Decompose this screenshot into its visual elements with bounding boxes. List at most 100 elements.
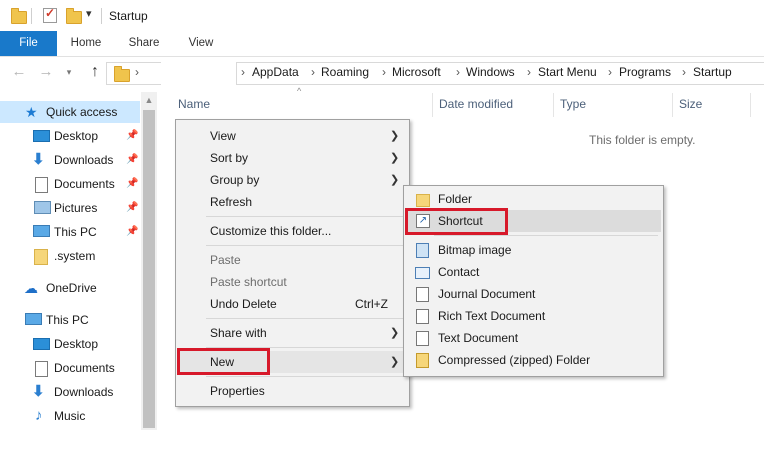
column-header-name[interactable]: Name <box>178 97 210 111</box>
new-highlight-box <box>177 348 270 375</box>
sidebar-item-desktop[interactable]: Desktop 📌 <box>0 125 140 147</box>
menu-item-label: Paste <box>210 253 241 267</box>
submenu-item-compressed-folder[interactable]: Compressed (zipped) Folder <box>404 349 663 371</box>
sidebar-scrollbar[interactable]: ▲ <box>141 92 157 430</box>
folder-icon <box>114 66 130 82</box>
documents-icon <box>35 361 48 377</box>
column-divider[interactable] <box>553 93 554 117</box>
download-arrow-icon: ⬇ <box>32 383 45 400</box>
breadcrumb-item[interactable]: Microsoft <box>392 65 441 79</box>
sidebar-item-documents-pc[interactable]: Documents <box>0 357 140 379</box>
breadcrumb[interactable]: › AppData › Roaming › Microsoft › Window… <box>236 62 764 85</box>
submenu-item-folder[interactable]: Folder <box>404 188 663 210</box>
sidebar-item-this-pc[interactable]: This PC <box>0 309 140 331</box>
submenu-item-journal-document[interactable]: Journal Document <box>404 283 663 305</box>
desktop-icon <box>33 338 50 350</box>
menu-item-label: Sort by <box>210 151 249 165</box>
column-header-type[interactable]: Type <box>560 97 586 111</box>
breadcrumb-item[interactable]: AppData <box>252 65 299 79</box>
forward-arrow-icon[interactable]: → <box>37 63 55 81</box>
tab-share[interactable]: Share <box>118 31 170 56</box>
pictures-icon <box>34 201 51 214</box>
menu-item-shortcut: Ctrl+Z <box>355 297 388 311</box>
submenu-item-text-document[interactable]: Text Document <box>404 327 663 349</box>
window-title: Startup <box>109 9 148 23</box>
sidebar-item-pictures[interactable]: Pictures 📌 <box>0 197 140 219</box>
address-row: ← → ▾ ↑ › › AppData › Roaming › Microsof… <box>0 57 764 88</box>
chevron-right-icon: › <box>311 65 315 79</box>
menu-separator <box>206 376 404 377</box>
menu-item-undo-delete[interactable]: Undo Delete Ctrl+Z <box>176 293 409 315</box>
back-arrow-icon[interactable]: ← <box>10 63 28 81</box>
column-header-date-modified[interactable]: Date modified <box>439 97 513 111</box>
menu-item-label: Text Document <box>438 331 519 345</box>
folder-icon <box>34 249 48 265</box>
chevron-right-icon: › <box>682 65 686 79</box>
sidebar-item-documents[interactable]: Documents 📌 <box>0 173 140 195</box>
sidebar-item-quick-access[interactable]: ★ Quick access <box>0 101 140 123</box>
tab-file[interactable]: File <box>0 31 57 56</box>
column-header-size[interactable]: Size <box>679 97 702 111</box>
desktop-icon <box>33 130 50 142</box>
properties-check-icon[interactable] <box>43 6 57 23</box>
chevron-right-icon: › <box>382 65 386 79</box>
sidebar-item-desktop-pc[interactable]: Desktop <box>0 333 140 355</box>
chevron-right-icon: › <box>135 65 139 79</box>
sidebar-item-label: Documents <box>54 361 115 375</box>
sidebar-item-downloads-pc[interactable]: ⬇ Downloads <box>0 381 140 403</box>
recent-locations-chevron-icon[interactable]: ▾ <box>60 63 78 81</box>
sidebar-item-label: Desktop <box>54 337 99 351</box>
menu-item-label: Properties <box>210 384 265 398</box>
menu-separator <box>434 235 658 236</box>
sidebar-item-system[interactable]: .system <box>0 245 140 267</box>
scrollbar-thumb[interactable] <box>143 110 155 428</box>
submenu-arrow-icon: ❯ <box>390 152 400 164</box>
up-arrow-icon[interactable]: ↑ <box>86 63 104 81</box>
column-divider[interactable] <box>672 93 673 117</box>
menu-item-customize-folder[interactable]: Customize this folder... <box>176 220 409 242</box>
pin-icon[interactable]: 📌 <box>126 197 138 219</box>
menu-item-label: Journal Document <box>438 287 536 301</box>
sidebar-item-this-pc-pinned[interactable]: This PC 📌 <box>0 221 140 243</box>
folder-icon <box>11 8 27 24</box>
submenu-item-contact[interactable]: Contact <box>404 261 663 283</box>
customize-toolbar-dropdown-icon[interactable]: ▾ <box>86 7 92 20</box>
text-document-icon <box>416 331 429 346</box>
sidebar-item-onedrive[interactable]: ☁ OneDrive <box>0 277 140 299</box>
pin-icon[interactable]: 📌 <box>126 149 138 171</box>
breadcrumb-item[interactable]: Windows <box>466 65 515 79</box>
music-note-icon: ♪ <box>35 407 43 424</box>
sidebar-item-label: This PC <box>46 313 89 327</box>
menu-item-label: Compressed (zipped) Folder <box>438 353 591 367</box>
menu-item-label: Bitmap image <box>438 243 512 257</box>
computer-icon <box>33 225 50 237</box>
zip-folder-icon <box>416 353 429 368</box>
submenu-item-bitmap-image[interactable]: Bitmap image <box>404 239 663 261</box>
menu-item-sort-by[interactable]: Sort by ❯ <box>176 147 409 169</box>
sidebar-item-label: Quick access <box>46 105 118 119</box>
tab-view[interactable]: View <box>175 31 227 56</box>
breadcrumb-item[interactable]: Programs <box>619 65 671 79</box>
column-divider[interactable] <box>432 93 433 117</box>
title-bar: ▾ Startup <box>0 0 764 31</box>
menu-item-view[interactable]: View ❯ <box>176 125 409 147</box>
address-bar-start[interactable]: › <box>106 62 161 85</box>
pin-icon[interactable]: 📌 <box>126 125 138 147</box>
breadcrumb-item[interactable]: Startup <box>693 65 732 79</box>
sidebar-item-music[interactable]: ♪ Music <box>0 405 140 427</box>
pin-icon[interactable]: 📌 <box>126 221 138 243</box>
title-separator <box>101 8 102 24</box>
scroll-up-arrow-icon[interactable]: ▲ <box>141 92 157 108</box>
submenu-item-rich-text-document[interactable]: Rich Text Document <box>404 305 663 327</box>
breadcrumb-item[interactable]: Roaming <box>321 65 369 79</box>
new-folder-icon[interactable] <box>66 8 82 24</box>
menu-item-properties[interactable]: Properties <box>176 380 409 402</box>
sidebar-item-downloads[interactable]: ⬇ Downloads 📌 <box>0 149 140 171</box>
menu-item-group-by[interactable]: Group by ❯ <box>176 169 409 191</box>
breadcrumb-item[interactable]: Start Menu <box>538 65 597 79</box>
column-divider[interactable] <box>750 93 751 117</box>
menu-item-share-with[interactable]: Share with ❯ <box>176 322 409 344</box>
pin-icon[interactable]: 📌 <box>126 173 138 195</box>
tab-home[interactable]: Home <box>60 31 112 56</box>
menu-item-refresh[interactable]: Refresh <box>176 191 409 213</box>
